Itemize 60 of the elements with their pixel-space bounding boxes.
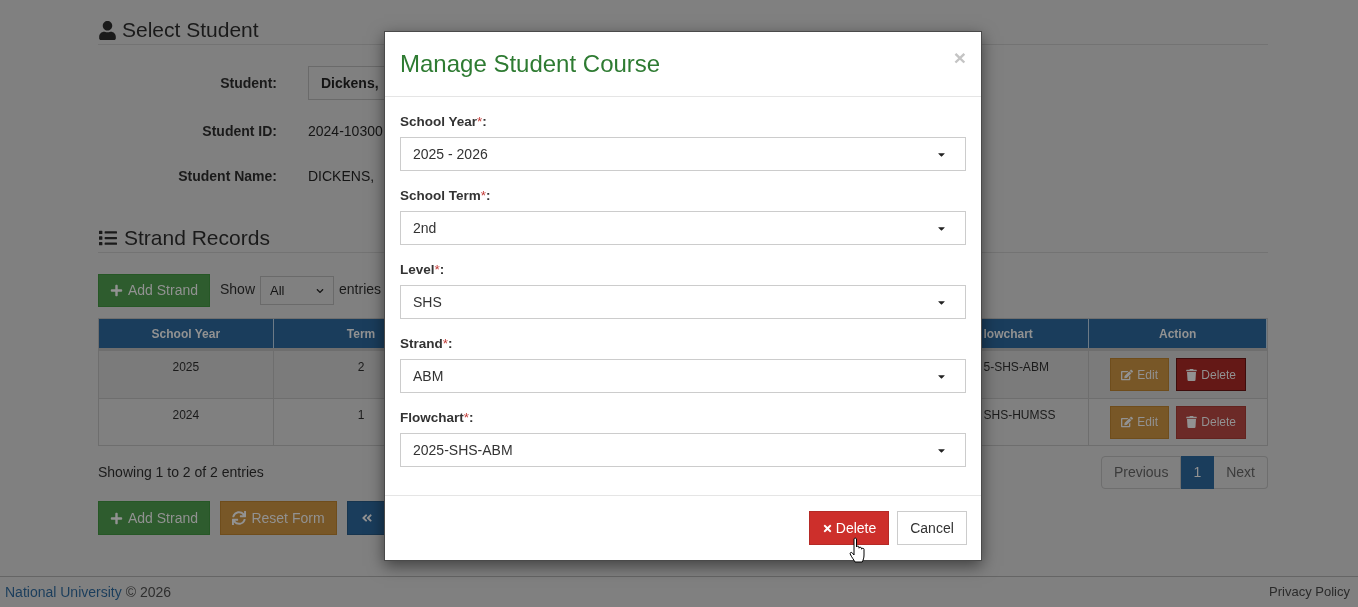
field-label: Strand*:: [400, 335, 453, 353]
trash-icon: [1186, 368, 1198, 381]
edit-icon: [1121, 368, 1134, 381]
column-header: School Year: [151, 325, 221, 343]
user-icon: [98, 20, 117, 40]
field-value: 2024-10300: [308, 121, 383, 141]
delete-button[interactable]: Delete: [1176, 405, 1247, 439]
entries-label: entries: [339, 280, 382, 299]
plus-icon: [109, 511, 123, 525]
show-label: Show: [220, 280, 256, 299]
table-info-text: Showing 1 to 2 of 2 entries: [98, 463, 264, 482]
edit-icon: [1121, 416, 1134, 428]
table-cell: 2: [357, 359, 365, 375]
pagination-button[interactable]: Previous: [1100, 456, 1182, 489]
select-field[interactable]: ABM: [400, 359, 966, 393]
add-strand-button[interactable]: Add Strand: [98, 274, 210, 307]
reset-form-button[interactable]: Reset Form: [220, 501, 337, 535]
double-chevron-left-icon: [361, 512, 373, 524]
column-header: Term: [346, 325, 376, 343]
select-field[interactable]: 2025 - 2026: [400, 137, 966, 171]
field-label: Flowchart*:: [400, 409, 474, 427]
field-label: School Term*:: [400, 187, 491, 205]
plus-icon: [109, 284, 123, 297]
select-field[interactable]: 2nd: [400, 211, 966, 245]
table-cell: 2025: [172, 359, 200, 375]
close-icon: [821, 522, 833, 534]
section-title: Strand Records: [124, 225, 270, 251]
entries-select[interactable]: All: [260, 276, 335, 305]
field-label: School Year*:: [400, 113, 487, 131]
list-icon: [98, 229, 118, 247]
pagination-button[interactable]: Next: [1214, 456, 1268, 489]
field-value: DICKENS,: [308, 166, 375, 186]
modal-title: Manage Student Course: [400, 49, 661, 79]
back-button[interactable]: [347, 501, 385, 535]
table-cell: SHS-HUMSS: [983, 407, 1056, 423]
delete-button[interactable]: Delete: [1176, 358, 1247, 391]
chevron-down-icon: [316, 286, 325, 295]
column-header: lowchart: [983, 325, 1033, 343]
refresh-icon: [232, 511, 247, 525]
table-cell: 2024: [172, 407, 200, 423]
field-label: Student:: [220, 73, 277, 93]
add-strand-button[interactable]: Add Strand: [98, 501, 210, 535]
table-cell: 5-SHS-ABM: [983, 359, 1049, 375]
field-label: Student Name:: [178, 166, 277, 186]
table-cell: 1: [357, 407, 365, 423]
edit-button[interactable]: Edit: [1110, 358, 1170, 391]
copyright-text: © 2026: [125, 582, 172, 602]
privacy-policy-link[interactable]: Privacy Policy: [1269, 582, 1350, 602]
field-label: Level*:: [400, 261, 445, 279]
trash-icon: [1186, 416, 1198, 428]
pagination-button[interactable]: 1: [1181, 456, 1215, 489]
select-field[interactable]: SHS: [400, 285, 966, 319]
cancel-button[interactable]: Cancel: [897, 511, 967, 545]
field-label: Student ID:: [202, 121, 277, 141]
delete-button[interactable]: Delete: [809, 511, 889, 545]
select-field[interactable]: 2025-SHS-ABM: [400, 433, 966, 467]
footer-link[interactable]: National University: [5, 581, 122, 603]
section-title: Select Student: [122, 17, 259, 43]
column-header: Action: [1159, 325, 1197, 343]
edit-button[interactable]: Edit: [1110, 405, 1170, 439]
